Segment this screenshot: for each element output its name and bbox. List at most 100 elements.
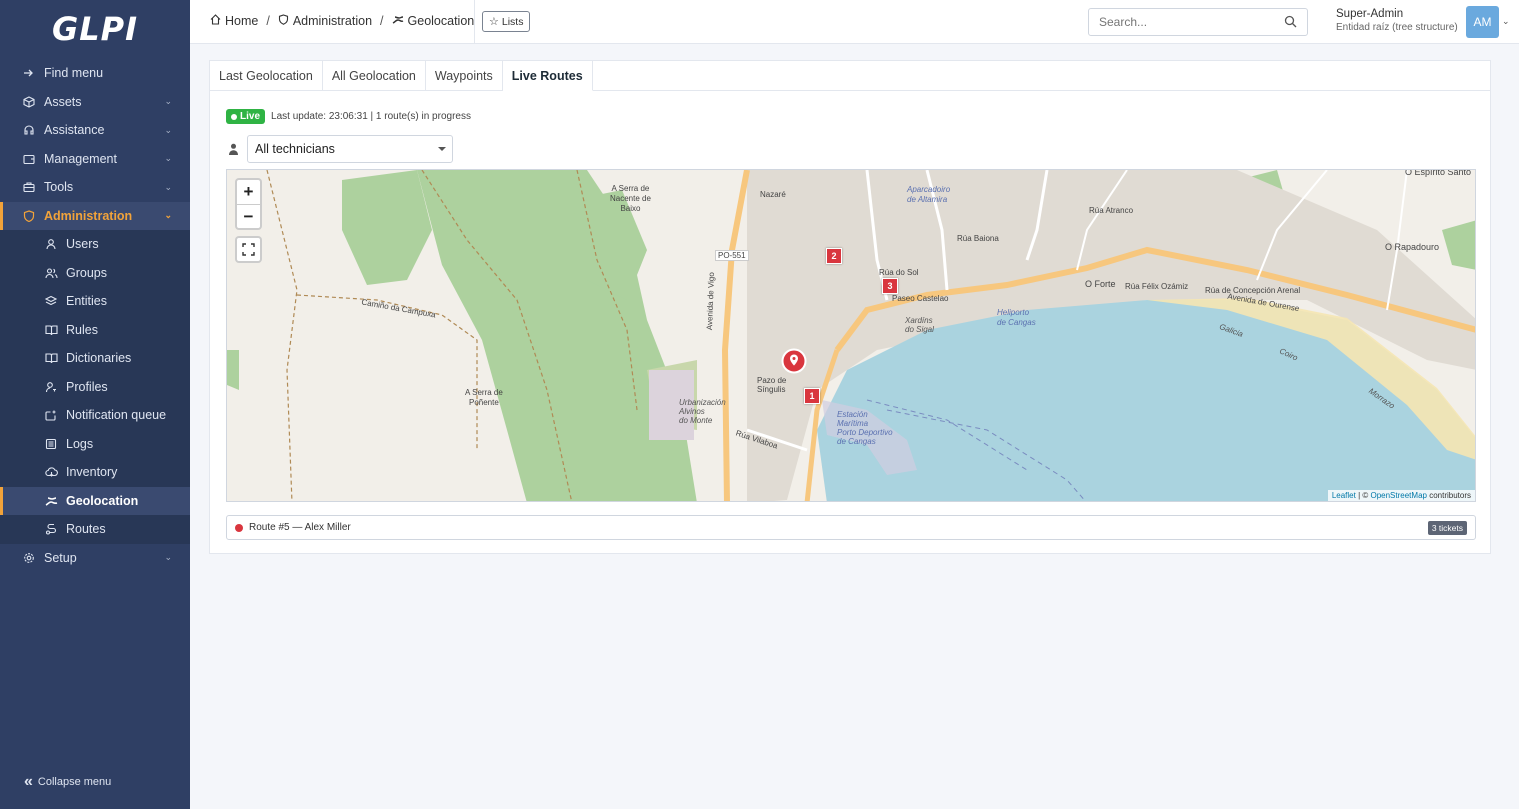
breadcrumb-geolocation[interactable]: Geolocation (408, 14, 475, 28)
sidebar-item-label: Logs (66, 436, 94, 451)
sidebar-item-profiles[interactable]: Profiles (0, 373, 190, 402)
osm-link[interactable]: OpenStreetMap (1370, 491, 1426, 500)
user-info[interactable]: Super-Admin Entidad raíz (tree structure… (1336, 8, 1458, 34)
map-label-pazo: Pazo de Síngulis (757, 376, 787, 394)
sidebar: GLPI Find menu Assets ⌄ Assistance ⌄ Man… (0, 0, 190, 809)
sidebar-item-tools[interactable]: Tools ⌄ (0, 173, 190, 202)
sidebar-item-inventory[interactable]: Inventory (0, 458, 190, 487)
tab-all-geolocation[interactable]: All Geolocation (323, 61, 426, 91)
breadcrumb-home[interactable]: Home (225, 14, 258, 28)
live-status-text: Last update: 23:06:31 | 1 route(s) in pr… (271, 111, 471, 122)
sidebar-item-administration[interactable]: Administration ⌄ (0, 201, 190, 230)
map-label-po551: PO-551 (715, 250, 749, 261)
book-icon (44, 323, 58, 337)
fullscreen-button[interactable] (235, 236, 262, 263)
collapse-menu-button[interactable]: « Collapse menu (24, 773, 111, 791)
sidebar-item-label: Profiles (66, 379, 108, 394)
sidebar-item-label: Setup (44, 550, 77, 565)
route-stop-marker[interactable]: 3 (882, 278, 898, 294)
route-stop-marker[interactable]: 2 (826, 248, 842, 264)
map-label-serra-nacente: A Serra de Nacente de Baixo (610, 184, 651, 213)
collapse-menu-label: Collapse menu (37, 776, 112, 788)
book-icon (44, 351, 58, 365)
log-icon (44, 437, 58, 451)
tab-last-geolocation[interactable]: Last Geolocation (210, 61, 323, 91)
chevron-down-icon: ⌄ (164, 96, 172, 107)
user-key-icon (44, 380, 58, 394)
technician-select[interactable]: All technicians (247, 135, 453, 163)
live-status: Live Last update: 23:06:31 | 1 route(s) … (226, 109, 471, 124)
search-box (1088, 8, 1308, 36)
sidebar-item-assets[interactable]: Assets ⌄ (0, 88, 190, 117)
zoom-in-button[interactable]: + (237, 180, 260, 204)
sidebar-item-label: Notification queue (66, 408, 167, 423)
chevron-down-icon[interactable]: ⌄ (1502, 16, 1510, 27)
sidebar-item-label: Management (44, 151, 117, 166)
avatar[interactable]: AM (1466, 6, 1499, 38)
leaflet-link[interactable]: Leaflet (1332, 491, 1356, 500)
search-input[interactable] (1089, 9, 1269, 35)
arrow-right-icon (22, 66, 36, 80)
star-icon: ☆ (489, 16, 499, 28)
map-label-nazare: Nazaré (760, 190, 786, 199)
sidebar-item-assistance[interactable]: Assistance ⌄ (0, 116, 190, 145)
map-label-o-forte: O Forte (1085, 279, 1116, 289)
user-icon (44, 237, 58, 251)
sidebar-item-users[interactable]: Users (0, 230, 190, 259)
sidebar-item-notification-queue[interactable]: Notification queue (0, 401, 190, 430)
chevron-down-icon: ⌄ (164, 181, 172, 192)
sidebar-item-routes[interactable]: Routes (0, 515, 190, 544)
sidebar-item-logs[interactable]: Logs (0, 430, 190, 459)
person-icon (226, 143, 240, 155)
sidebar-item-geolocation[interactable]: Geolocation (0, 486, 190, 515)
sidebar-item-setup[interactable]: Setup ⌄ (0, 544, 190, 573)
user-entity: Entidad raíz (tree structure) (1336, 22, 1458, 33)
route-icon (44, 494, 58, 508)
tab-waypoints[interactable]: Waypoints (426, 61, 503, 91)
sidebar-item-label: Assets (44, 94, 82, 109)
route-icon (44, 522, 58, 536)
zoom-out-button[interactable]: − (237, 204, 260, 228)
breadcrumb-separator: / (266, 14, 270, 28)
sidebar-item-dictionaries[interactable]: Dictionaries (0, 344, 190, 373)
gear-icon (22, 551, 36, 565)
lists-button[interactable]: ☆ Lists (482, 11, 531, 32)
box-icon (22, 95, 36, 109)
chevron-down-icon: ⌄ (164, 210, 172, 221)
stack-icon (44, 294, 58, 308)
search-icon[interactable] (1284, 15, 1297, 31)
sidebar-item-label: Geolocation (66, 493, 139, 508)
chevron-down-icon: ⌄ (164, 552, 172, 563)
breadcrumb-administration[interactable]: Administration (293, 14, 372, 28)
map-label-aparcadoiro: Aparcadoiro de Altamira (907, 185, 951, 204)
breadcrumb-separator: / (380, 14, 384, 28)
tab-live-routes[interactable]: Live Routes (502, 61, 593, 91)
sidebar-item-groups[interactable]: Groups (0, 259, 190, 288)
map-label-rua-atranco: Rúa Atranco (1089, 206, 1134, 215)
technician-position-pin[interactable] (781, 348, 807, 377)
route-color-dot (235, 523, 243, 532)
route-stop-marker[interactable]: 1 (804, 388, 820, 404)
caret-down-icon (438, 147, 446, 151)
zoom-control: + − (235, 178, 262, 230)
sidebar-item-management[interactable]: Management ⌄ (0, 145, 190, 174)
map-attribution: Leaflet | © OpenStreetMap contributors (1327, 490, 1475, 501)
sidebar-item-entities[interactable]: Entities (0, 287, 190, 316)
route-list-item[interactable]: Route #5 — Alex Miller 3 tickets (226, 515, 1476, 540)
sidebar-item-label: Rules (66, 322, 98, 337)
map-label-rua-felix: Rúa Félix Ozámiz (1125, 282, 1189, 291)
sidebar-item-rules[interactable]: Rules (0, 316, 190, 345)
attribution-tail: contributors (1426, 491, 1471, 500)
sidebar-item-find-menu[interactable]: Find menu (0, 59, 190, 88)
route-icon (392, 14, 404, 28)
live-routes-map[interactable]: A Serra de Nacente de Baixo A Serra de Poñe… (226, 169, 1476, 502)
users-icon (44, 266, 58, 280)
glpi-logo[interactable]: GLPI (0, 0, 190, 58)
geolocation-card: Last Geolocation All Geolocation Waypoin… (209, 60, 1491, 554)
sidebar-item-label: Dictionaries (66, 351, 132, 366)
map-pin-icon (781, 348, 807, 374)
sidebar-item-label: Tools (44, 180, 74, 195)
technician-filter: All technicians (226, 135, 453, 163)
sidebar-item-label: Find menu (44, 66, 104, 81)
map-tiles (227, 170, 1475, 501)
